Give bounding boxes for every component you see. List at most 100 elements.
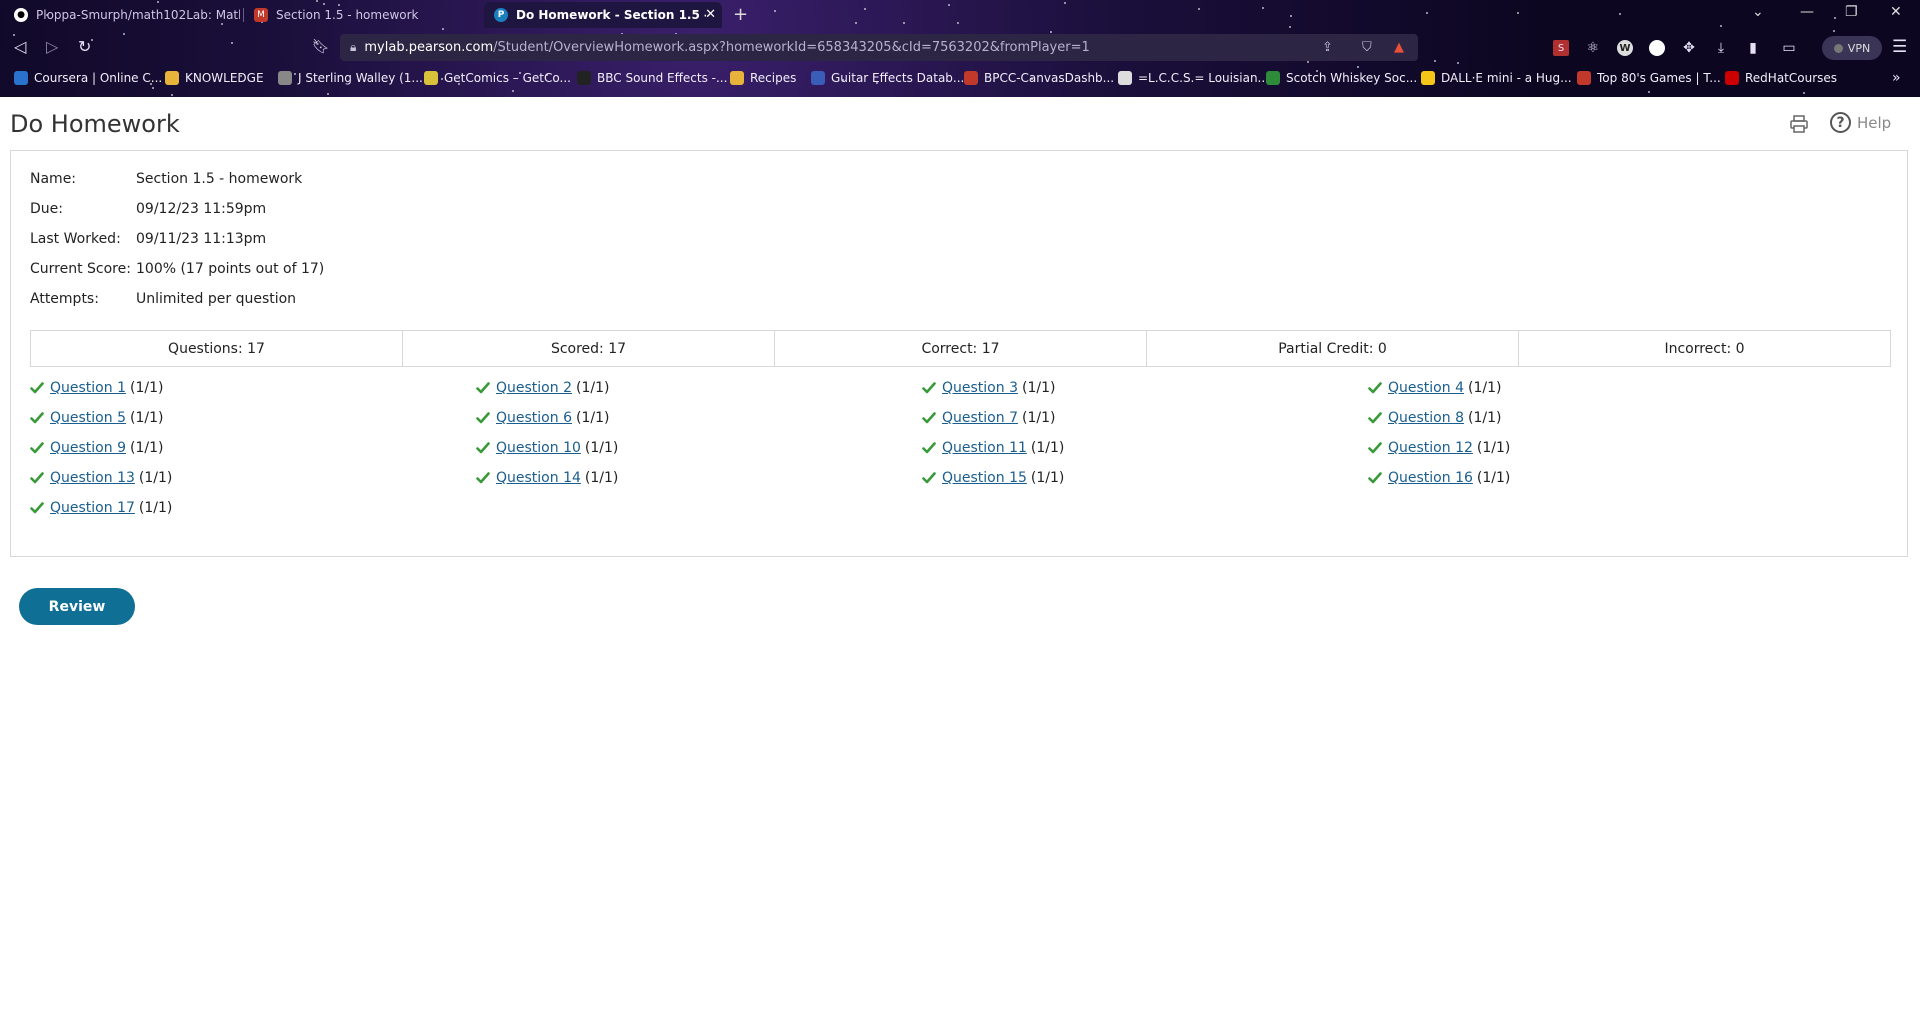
close-window-button[interactable]: ✕ [1890,4,1902,20]
question-link[interactable]: Question 1 [50,380,126,396]
question-score: (1/1) [1030,440,1065,456]
checkmark-icon [1368,412,1382,424]
bookmark-label: DALL·E mini - a Hug... [1441,71,1572,85]
minimize-button[interactable]: — [1800,4,1814,20]
tab-do-homework[interactable]: P Do Homework - Section 1.5 - hom ✕ [484,2,722,28]
brave-shield-icon[interactable]: ⛉ [1362,40,1372,55]
help-button[interactable]: ? Help [1830,112,1891,133]
question-score: (1/1) [129,440,164,456]
question-link[interactable]: Question 8 [1388,410,1464,426]
extension-circle-icon[interactable] [1649,40,1665,56]
question-score: (1/1) [1030,470,1065,486]
tab-section-homework[interactable]: M Section 1.5 - homework [244,2,480,28]
question-score: (1/1) [129,380,164,396]
star-decoration [1803,92,1805,94]
extensions-puzzle-icon[interactable]: ✥ [1681,40,1697,56]
bookmark-label: GetComics – GetCo... [444,71,571,85]
question-link[interactable]: Question 16 [1388,470,1473,486]
checkmark-icon [476,442,490,454]
tab-title: Do Homework - Section 1.5 - hom [516,8,706,22]
bookmark-item[interactable]: DALL·E mini - a Hug... [1421,71,1572,85]
guitar-icon [811,71,825,85]
question-item: Question 9 (1/1) [30,440,163,456]
back-button[interactable]: ◁ [14,37,26,56]
info-key: Last Worked: [30,231,121,247]
info-key: Attempts: [30,291,99,307]
bookmark-item[interactable]: RedHatCourses [1725,71,1837,85]
bookmark-item[interactable]: Guitar Effects Datab... [811,71,964,85]
wallet-icon[interactable]: ▭ [1781,40,1797,56]
tab-title: Section 1.5 - homework [276,8,419,22]
question-link[interactable]: Question 14 [496,470,581,486]
question-score: (1/1) [584,470,619,486]
bookmark-label: BBC Sound Effects -... [597,71,728,85]
tab-github[interactable]: ● Ploppa-Smurph/math102Lab: Math 10 [4,2,240,28]
restore-button[interactable]: ❐ [1845,4,1858,20]
question-link[interactable]: Question 10 [496,440,581,456]
vpn-status-icon [1833,43,1843,53]
pearson-p-icon: P [494,8,508,22]
bookmark-item[interactable]: Coursera | Online C... [14,71,162,85]
bookmark-item[interactable]: BBC Sound Effects -... [577,71,727,85]
checkmark-icon [476,472,490,484]
address-bar[interactable]: 🔒︎ mylab.pearson.com/Student/OverviewHom… [340,34,1418,61]
review-button[interactable]: Review [19,588,135,625]
hamburger-menu-icon[interactable]: ☰ [1892,37,1907,57]
question-link[interactable]: Question 9 [50,440,126,456]
vpn-button[interactable]: VPN [1822,36,1882,60]
bookmark-icon[interactable]: 🔖︎ [312,39,330,55]
bookmark-item[interactable]: Top 80's Games | T... [1577,71,1721,85]
question-item: Question 16 (1/1) [1368,470,1510,486]
star-decoration [1833,30,1835,32]
extension-w-icon[interactable]: W [1617,40,1633,56]
question-link[interactable]: Question 11 [942,440,1027,456]
question-item: Question 7 (1/1) [922,410,1055,426]
extension-s-icon[interactable]: S [1553,40,1569,56]
bookmark-item[interactable]: BPCC-CanvasDashb... [964,71,1114,85]
question-link[interactable]: Question 13 [50,470,135,486]
question-score: (1/1) [584,440,619,456]
bookmark-label: BPCC-CanvasDashb... [984,71,1115,85]
question-item: Question 8 (1/1) [1368,410,1501,426]
bookmark-item[interactable]: Recipes [730,71,796,85]
question-item: Question 14 (1/1) [476,470,618,486]
info-value: Unlimited per question [136,291,297,307]
question-link[interactable]: Question 12 [1388,440,1473,456]
bookmark-label: Guitar Effects Datab... [831,71,965,85]
brave-rewards-icon[interactable]: ▲ [1394,40,1404,55]
summary-questions: Questions: 17 [168,340,265,357]
question-link[interactable]: Question 7 [942,410,1018,426]
question-score: (1/1) [129,410,164,426]
info-key: Name: [30,171,77,187]
question-link[interactable]: Question 17 [50,500,135,516]
question-link[interactable]: Question 5 [50,410,126,426]
print-icon[interactable] [1789,114,1809,134]
new-tab-button[interactable]: + [733,4,748,25]
sidebar-toggle-icon[interactable]: ▮ [1745,40,1761,56]
question-score: (1/1) [1021,410,1056,426]
bookmark-item[interactable]: KNOWLEDGE [165,71,264,85]
question-link[interactable]: Question 2 [496,380,572,396]
tab-search-icon[interactable]: ⌄ [1752,4,1764,20]
question-link[interactable]: Question 4 [1388,380,1464,396]
gear-icon [278,71,292,85]
question-item: Question 1 (1/1) [30,380,163,396]
question-item: Question 10 (1/1) [476,440,618,456]
extension-react-icon[interactable]: ⚛ [1585,40,1601,56]
info-value: 100% (17 points out of 17) [136,261,325,277]
question-link[interactable]: Question 6 [496,410,572,426]
bookmarks-overflow-icon[interactable]: » [1892,70,1901,86]
question-link[interactable]: Question 3 [942,380,1018,396]
info-key: Current Score: [30,261,131,277]
bookmark-item[interactable]: =L.C.C.S.= Louisian... [1118,71,1269,85]
reload-button[interactable]: ↻ [78,37,91,56]
bookmark-item[interactable]: J Sterling Walley (1... [278,71,423,85]
question-link[interactable]: Question 15 [942,470,1027,486]
forward-button[interactable]: ▷ [46,37,58,56]
question-item: Question 6 (1/1) [476,410,609,426]
downloads-icon[interactable]: ⤓ [1713,40,1729,56]
bookmark-item[interactable]: Scotch Whiskey Soc... [1266,71,1417,85]
close-tab-icon[interactable]: ✕ [705,7,716,22]
share-icon[interactable]: ⇪ [1322,40,1333,55]
bookmark-item[interactable]: GetComics – GetCo... [424,71,571,85]
